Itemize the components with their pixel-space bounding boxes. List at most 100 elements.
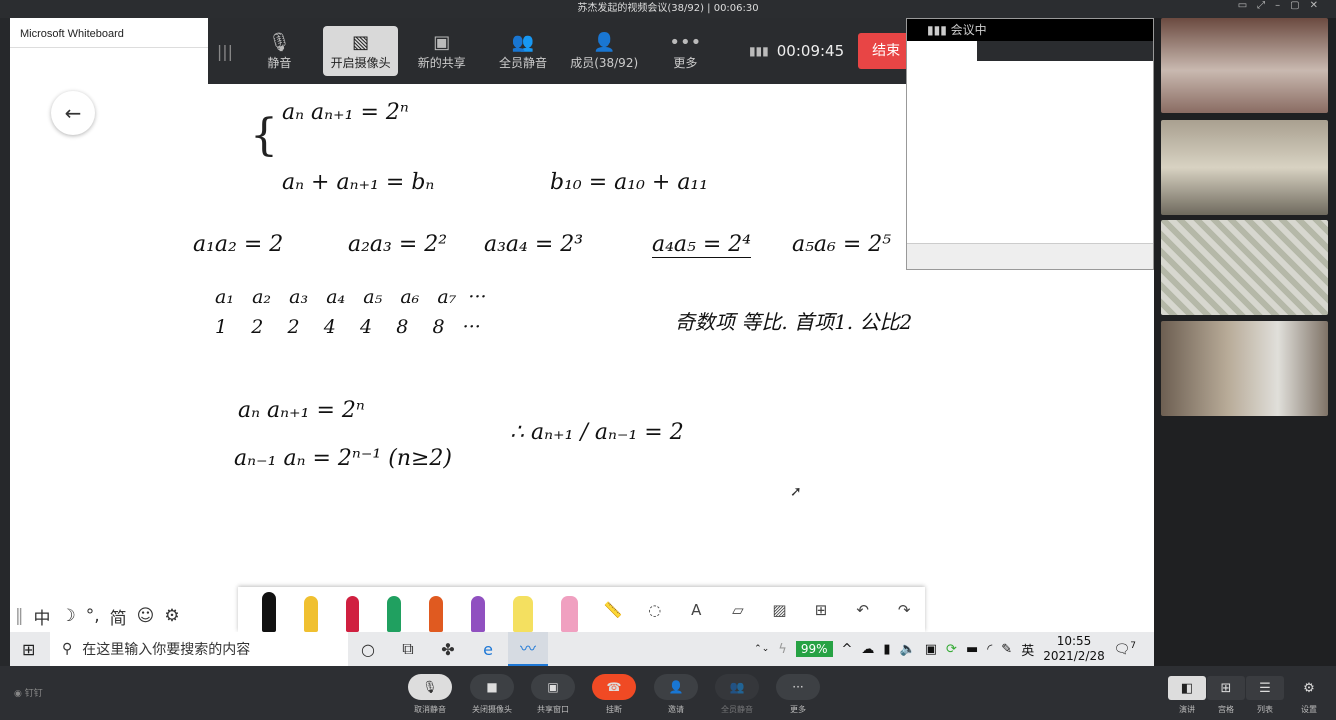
scroll-arrows[interactable]: ⌃⌄ xyxy=(754,644,769,654)
undo-icon[interactable]: ↶ xyxy=(848,601,878,619)
ink-line: b₁₀ = a₁₀ + a₁₁ xyxy=(550,170,709,195)
speaker-view-label: 演讲 xyxy=(1179,705,1195,714)
window-title: 苏杰发起的视频会议(38/92) | 00:06:30 xyxy=(577,3,759,14)
hang-up-button[interactable]: ☎ 挂断 xyxy=(592,674,636,715)
purple-pen-tool[interactable] xyxy=(471,596,485,632)
mute-all-button[interactable]: 👥 全员静音 xyxy=(485,26,560,76)
microphone-icon: 🎙 xyxy=(408,674,452,700)
task-view-icon[interactable]: ⧉ xyxy=(388,639,428,659)
share-window-button[interactable]: ▣ 共享窗口 xyxy=(531,674,575,715)
show-hidden-icons[interactable]: ^ xyxy=(842,642,853,657)
window-controls[interactable]: ▭⤢–▢✕ xyxy=(1238,0,1328,11)
preview-header: ▮▮▮ 会议中 xyxy=(907,19,1153,41)
members-button[interactable]: 👤 成员(38/92) xyxy=(567,26,642,76)
ink-line: a₂a₃ = 2² xyxy=(348,232,448,257)
unmute-label: 取消静音 xyxy=(414,705,446,714)
camera-button[interactable]: ▧ 开启摄像头 xyxy=(323,26,399,76)
share-window-icon: ▣ xyxy=(531,674,575,700)
yellow-pen-tool[interactable] xyxy=(303,596,318,632)
preview-toolbar xyxy=(977,41,1153,61)
hang-up-icon: ☎ xyxy=(592,674,636,700)
wifi-icon[interactable]: ◜ xyxy=(987,642,992,657)
windows-start-icon[interactable]: ⊞ xyxy=(22,640,35,659)
edge-browser-icon[interactable]: e xyxy=(468,640,508,659)
sync-icon[interactable]: ⟳ xyxy=(946,642,957,657)
grid-view-button[interactable]: ⊞ 宫格 xyxy=(1207,676,1245,715)
preview-board-thumbnail xyxy=(907,61,1153,69)
pen-icon[interactable]: ✎ xyxy=(1001,642,1012,657)
ime-emoji-button[interactable]: ☺ xyxy=(137,606,155,626)
settings-button[interactable]: ⚙ 设置 xyxy=(1290,676,1328,715)
ime-handle[interactable]: ‖ xyxy=(15,606,24,626)
participant-video[interactable] xyxy=(1161,120,1328,215)
microphone-tray-icon[interactable]: ▮ xyxy=(883,642,890,657)
share-window-label: 共享窗口 xyxy=(537,705,569,714)
timer-value: 00:09:45 xyxy=(776,42,845,60)
participant-video[interactable] xyxy=(1161,18,1328,113)
ime-settings-button[interactable]: ⚙ xyxy=(164,606,179,626)
invite-button[interactable]: 👤 邀请 xyxy=(654,674,698,715)
mute-all-icon: 👥 xyxy=(511,31,535,53)
participant-video[interactable] xyxy=(1161,321,1328,416)
end-meeting-button[interactable]: 结束会议 xyxy=(858,33,906,69)
camera-off-button[interactable]: ■ 关闭摄像头 xyxy=(470,674,514,715)
mute-button[interactable]: 🎙 静音 xyxy=(242,26,317,76)
tray-app-icon[interactable]: ▣ xyxy=(925,642,937,657)
ime-symbol-button[interactable]: °, xyxy=(86,606,100,626)
list-view-icon: ☰ xyxy=(1246,676,1284,700)
ruler-icon[interactable]: 📏 xyxy=(598,601,628,619)
note-icon[interactable]: ▱ xyxy=(723,601,753,619)
screen-share-preview[interactable]: ▮▮▮ 会议中 xyxy=(906,18,1154,270)
whiteboard-app-icon[interactable]: 〰 xyxy=(508,632,548,666)
members-label: 成员(38/92) xyxy=(570,55,639,70)
ink-line: aₙ + aₙ₊₁ = bₙ xyxy=(282,170,435,195)
share-button[interactable]: ▣ 新的共享 xyxy=(404,26,479,76)
green-pen-tool[interactable] xyxy=(387,596,402,632)
camera-off-icon: ▧ xyxy=(352,31,370,53)
power-icon[interactable]: ▬ xyxy=(966,642,978,657)
taskbar-search-box[interactable]: ⚲ 在这里输入你要搜索的内容 xyxy=(50,632,348,666)
redo-icon[interactable]: ↷ xyxy=(889,601,919,619)
notification-icon[interactable]: 🗨7 xyxy=(1114,641,1136,657)
image-icon[interactable]: ▨ xyxy=(765,601,795,619)
battery-indicator[interactable]: 99% xyxy=(795,641,833,657)
more-icon: ••• xyxy=(669,31,702,53)
more-bottom-button[interactable]: ··· 更多 xyxy=(776,674,820,715)
drag-handle-icon[interactable]: ||| xyxy=(208,42,242,61)
insert-icon[interactable]: ⊞ xyxy=(806,601,836,619)
list-view-button[interactable]: ☰ 列表 xyxy=(1246,676,1284,715)
back-button[interactable]: ← xyxy=(51,91,95,135)
cloud-icon[interactable]: ☁ xyxy=(861,642,874,657)
eraser-tool[interactable] xyxy=(560,596,579,632)
text-icon[interactable]: A xyxy=(682,601,712,619)
list-view-label: 列表 xyxy=(1257,705,1273,714)
participant-video[interactable] xyxy=(1161,220,1328,315)
meeting-bottom-bar: ◉ 钉钉 🎙 取消静音 ■ 关闭摄像头 ▣ 共享窗口 ☎ 挂断 👤 邀请 👥 全员静音 ··… xyxy=(0,666,1336,720)
ime-punct-button[interactable]: ☽ xyxy=(61,606,76,626)
black-pen-tool[interactable] xyxy=(262,592,276,632)
ime-indicator[interactable]: 英 xyxy=(1021,640,1034,659)
lasso-icon[interactable]: ◌ xyxy=(640,601,670,619)
more-button[interactable]: ••• 更多 xyxy=(648,26,723,76)
charging-icon: ϟ xyxy=(778,641,787,657)
highlighter-tool[interactable] xyxy=(512,596,533,632)
speaker-view-button[interactable]: ◧ 演讲 xyxy=(1168,676,1206,715)
ink-line: aₙ₋₁ aₙ = 2ⁿ⁻¹ (n≥2) xyxy=(234,446,453,471)
ime-simplified-button[interactable]: 简 xyxy=(110,604,127,629)
ime-mode-button[interactable]: 中 xyxy=(34,604,51,629)
mute-all-bottom-button[interactable]: 👥 全员静音 xyxy=(715,674,759,715)
cortana-icon[interactable]: ○ xyxy=(348,640,388,659)
share-icon: ▣ xyxy=(433,31,451,53)
preview-status: 会议中 xyxy=(950,23,987,37)
orange-pen-tool[interactable] xyxy=(429,596,444,632)
camera-icon: ■ xyxy=(470,674,514,700)
gear-icon: ⚙ xyxy=(1303,680,1315,696)
clock[interactable]: 10:55 2021/2/28 xyxy=(1043,634,1105,664)
volume-icon[interactable]: 🔈 xyxy=(900,642,916,657)
unmute-button[interactable]: 🎙 取消静音 xyxy=(408,674,452,715)
app-icon[interactable]: ✤ xyxy=(428,640,468,659)
invite-label: 邀请 xyxy=(668,705,684,714)
brace: { xyxy=(250,110,278,161)
search-placeholder: 在这里输入你要搜索的内容 xyxy=(82,642,251,658)
red-pen-tool[interactable] xyxy=(345,596,360,632)
